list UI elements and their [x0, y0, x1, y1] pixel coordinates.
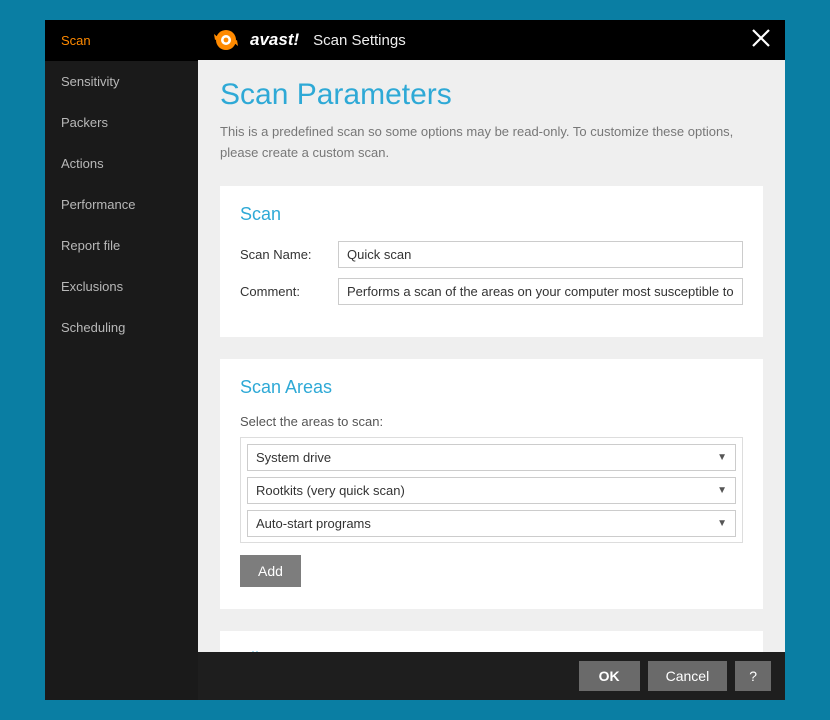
sidebar-item-report-file[interactable]: Report file	[45, 225, 198, 266]
sidebar-item-scheduling[interactable]: Scheduling	[45, 307, 198, 348]
scan-areas-list[interactable]: System drive ▼ Rootkits (very quick scan…	[240, 437, 743, 543]
file-types-panel: File Types Scan all files	[220, 631, 763, 652]
sidebar-item-packers[interactable]: Packers	[45, 102, 198, 143]
cancel-button[interactable]: Cancel	[648, 661, 728, 691]
scan-name-input[interactable]	[338, 241, 743, 268]
scan-area-select-1[interactable]: Rootkits (very quick scan) ▼	[247, 477, 736, 504]
sidebar-item-scan[interactable]: Scan	[45, 20, 198, 61]
right-column: avast! Scan Settings Scan Parameters Thi…	[198, 20, 785, 700]
scan-area-select-0[interactable]: System drive ▼	[247, 444, 736, 471]
scan-area-label: Auto-start programs	[256, 516, 371, 531]
ok-button[interactable]: OK	[579, 661, 640, 691]
scan-name-row: Scan Name:	[240, 241, 743, 268]
scan-panel-title: Scan	[240, 204, 743, 225]
sidebar-item-sensitivity[interactable]: Sensitivity	[45, 61, 198, 102]
chevron-down-icon: ▼	[717, 485, 727, 496]
titlebar: avast! Scan Settings	[198, 20, 785, 60]
window-body: Scan Sensitivity Packers Actions Perform…	[45, 20, 785, 700]
close-icon[interactable]	[747, 24, 775, 57]
footer: OK Cancel ?	[198, 652, 785, 700]
scan-area-label: System drive	[256, 450, 331, 465]
page-description: This is a predefined scan so some option…	[220, 122, 763, 164]
page-title: Scan Parameters	[220, 78, 763, 112]
avast-logo-icon	[212, 26, 240, 54]
sidebar-item-actions[interactable]: Actions	[45, 143, 198, 184]
scan-area-select-2[interactable]: Auto-start programs ▼	[247, 510, 736, 537]
scan-name-label: Scan Name:	[240, 247, 330, 262]
scan-areas-title: Scan Areas	[240, 377, 743, 398]
sidebar-item-exclusions[interactable]: Exclusions	[45, 266, 198, 307]
chevron-down-icon: ▼	[717, 452, 727, 463]
scan-areas-panel: Scan Areas Select the areas to scan: Sys…	[220, 359, 763, 609]
scan-area-label: Rootkits (very quick scan)	[256, 483, 405, 498]
settings-window: Scan Sensitivity Packers Actions Perform…	[45, 20, 785, 700]
scan-areas-instruction: Select the areas to scan:	[240, 414, 743, 429]
comment-label: Comment:	[240, 284, 330, 299]
comment-input[interactable]	[338, 278, 743, 305]
window-title: Scan Settings	[313, 32, 406, 49]
add-button[interactable]: Add	[240, 555, 301, 587]
scan-panel: Scan Scan Name: Comment:	[220, 186, 763, 337]
sidebar-item-performance[interactable]: Performance	[45, 184, 198, 225]
help-button[interactable]: ?	[735, 661, 771, 691]
sidebar: Scan Sensitivity Packers Actions Perform…	[45, 20, 198, 700]
brand-text: avast!	[250, 30, 299, 50]
scroll-area[interactable]: Scan Parameters This is a predefined sca…	[198, 60, 785, 652]
comment-row: Comment:	[240, 278, 743, 305]
chevron-down-icon: ▼	[717, 518, 727, 529]
content-wrap: Scan Parameters This is a predefined sca…	[198, 60, 785, 652]
